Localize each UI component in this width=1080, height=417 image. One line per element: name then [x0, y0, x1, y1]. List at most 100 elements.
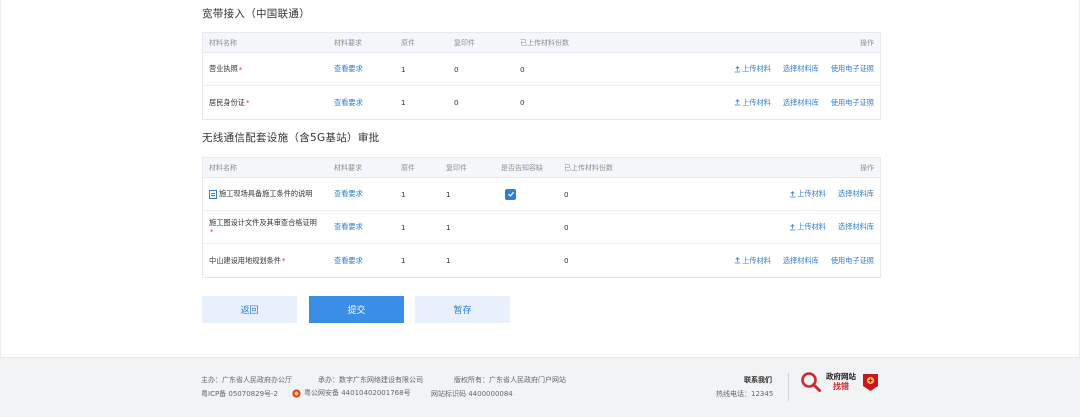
back-button[interactable]: 返回: [202, 296, 297, 323]
original-count: 1: [401, 222, 406, 232]
hotline: 热线电话：12345: [716, 390, 774, 398]
header-name: 材料名称: [209, 38, 237, 47]
page-footer: 主办：广东省人民政府办公厅 承办：数字广东网络建设有限公司 版权所有：广东省人民…: [0, 357, 1080, 417]
save-draft-button[interactable]: 暂存: [415, 296, 510, 323]
row-operations: 上传材料 选择材料库: [789, 178, 874, 210]
uploaded-count: 0: [564, 256, 569, 265]
select-library-button[interactable]: 选择材料库: [783, 98, 819, 108]
footer-host: 主办：广东省人民政府办公厅: [201, 376, 292, 384]
table-header: 材料名称 材料要求 原件 复印件 是否告知容缺 已上传材料份数 操作: [203, 158, 880, 178]
footer-site-code: 网站标识码 4400000084: [431, 390, 513, 398]
view-requirement-link[interactable]: 查看要求: [334, 244, 363, 277]
required-mark: *: [238, 64, 243, 74]
copy-count: 1: [446, 189, 451, 199]
upload-material-button[interactable]: 上传材料: [789, 222, 826, 232]
notify-checkbox[interactable]: [505, 178, 516, 210]
gov-site-error-report[interactable]: 政府网站 找错: [800, 371, 856, 393]
header-requirement: 材料要求: [334, 163, 362, 172]
report-error-label: 找错: [833, 382, 849, 391]
original-count: 1: [401, 189, 406, 199]
header-original: 原件: [401, 38, 415, 47]
select-library-button[interactable]: 选择材料库: [783, 64, 819, 74]
upload-icon: [734, 65, 741, 72]
footer-divider: [788, 373, 789, 401]
document-icon[interactable]: [209, 189, 217, 199]
view-requirement-link[interactable]: 查看要求: [334, 86, 363, 119]
upload-icon: [789, 190, 796, 197]
section-title-broadband: 宽带接入（中国联通）: [202, 8, 310, 20]
header-original: 原件: [401, 163, 415, 172]
footer-police[interactable]: 粤公网安备 44010402001768号: [292, 388, 411, 398]
view-requirement-link[interactable]: 查看要求: [334, 211, 363, 243]
table-row: 居民身份证 * 查看要求 1 0 0 上传材料 选择材料库 使用电子证照: [203, 86, 880, 119]
section-title-5g: 无线通信配套设施（含5G基站）审批: [202, 132, 380, 144]
copy-count: 0: [454, 98, 459, 107]
upload-material-button[interactable]: 上传材料: [734, 64, 771, 74]
uploaded-count: 0: [564, 222, 569, 232]
footer-organizer: 承办：数字广东网络建设有限公司: [318, 376, 423, 384]
header-name: 材料名称: [209, 163, 237, 172]
upload-material-button[interactable]: 上传材料: [734, 98, 771, 108]
magnifier-icon: [801, 372, 821, 392]
materials-table-5g: 材料名称 材料要求 原件 复印件 是否告知容缺 已上传材料份数 操作 施工现场具…: [202, 157, 881, 278]
footer-icp[interactable]: 粤ICP备 05070829号-2: [201, 389, 278, 399]
table-row: 施工图设计文件及其审查合格证明* 查看要求 1 1 0 上传材料 选择材料库: [203, 211, 880, 244]
use-e-license-button[interactable]: 使用电子证照: [831, 98, 874, 108]
upload-icon: [789, 223, 796, 230]
header-operation: 操作: [860, 163, 874, 172]
original-count: 1: [401, 256, 406, 265]
material-name: 营业执照 *: [209, 64, 243, 74]
view-requirement-link[interactable]: 查看要求: [334, 178, 363, 210]
view-requirement-link[interactable]: 查看要求: [334, 53, 363, 85]
header-copy: 复印件: [454, 38, 475, 47]
check-icon: [507, 191, 514, 197]
header-uploaded: 已上传材料份数: [564, 163, 613, 172]
row-operations: 上传材料 选择材料库 使用电子证照: [734, 86, 874, 119]
row-operations: 上传材料 选择材料库: [789, 211, 874, 243]
use-e-license-button[interactable]: 使用电子证照: [831, 256, 874, 266]
material-name: 施工现场具备施工条件的说明: [209, 178, 319, 210]
table-row: 中山建设用地规划条件 * 查看要求 1 1 0 上传材料 选择材料库 使用电子证照: [203, 244, 880, 277]
header-operation: 操作: [860, 38, 874, 47]
copy-count: 1: [446, 256, 451, 265]
police-badge-icon: [292, 388, 301, 398]
original-count: 1: [401, 64, 406, 74]
upload-icon: [734, 257, 741, 264]
materials-table-broadband: 材料名称 材料要求 原件 复印件 已上传材料份数 操作 营业执照 * 查看要求 1…: [202, 32, 881, 120]
upload-icon: [734, 99, 741, 106]
row-operations: 上传材料 选择材料库 使用电子证照: [734, 53, 874, 85]
required-mark: *: [281, 256, 286, 265]
upload-material-button[interactable]: 上传材料: [789, 189, 826, 199]
header-requirement: 材料要求: [334, 38, 362, 47]
table-row: 施工现场具备施工条件的说明 查看要求 1 1 0 上传材料 选择材料库: [203, 178, 880, 211]
select-library-button[interactable]: 选择材料库: [838, 222, 874, 232]
material-name: 中山建设用地规划条件 *: [209, 255, 286, 266]
submit-button[interactable]: 提交: [309, 296, 404, 323]
party-emblem-icon[interactable]: [862, 373, 879, 396]
required-mark: *: [210, 227, 214, 236]
header-copy: 复印件: [446, 163, 467, 172]
original-count: 1: [401, 98, 406, 107]
select-library-button[interactable]: 选择材料库: [783, 256, 819, 266]
checkbox-checked[interactable]: [505, 188, 516, 200]
use-e-license-button[interactable]: 使用电子证照: [831, 64, 874, 74]
table-header: 材料名称 材料要求 原件 复印件 已上传材料份数 操作: [203, 33, 880, 53]
uploaded-count: 0: [564, 189, 569, 199]
copy-count: 0: [454, 64, 459, 74]
required-mark: *: [245, 98, 250, 107]
copy-count: 1: [446, 222, 451, 232]
header-uploaded: 已上传材料份数: [520, 38, 569, 47]
contact-us-title[interactable]: 联系我们: [744, 375, 772, 385]
material-name: 居民身份证 *: [209, 97, 250, 108]
row-operations: 上传材料 选择材料库 使用电子证照: [734, 244, 874, 277]
gov-site-label: 政府网站: [826, 372, 856, 381]
main-card: 宽带接入（中国联通） 材料名称 材料要求 原件 复印件 已上传材料份数 操作 营…: [0, 0, 1080, 357]
uploaded-count: 0: [520, 64, 525, 74]
header-notify-deficiency: 是否告知容缺: [501, 163, 543, 172]
material-name: 施工图设计文件及其审查合格证明*: [209, 218, 317, 236]
uploaded-count: 0: [520, 98, 525, 107]
table-row: 营业执照 * 查看要求 1 0 0 上传材料 选择材料库 使用电子证照: [203, 53, 880, 86]
upload-material-button[interactable]: 上传材料: [734, 256, 771, 266]
footer-copyright: 版权所有：广东省人民政府门户网站: [454, 376, 566, 384]
select-library-button[interactable]: 选择材料库: [838, 189, 874, 199]
